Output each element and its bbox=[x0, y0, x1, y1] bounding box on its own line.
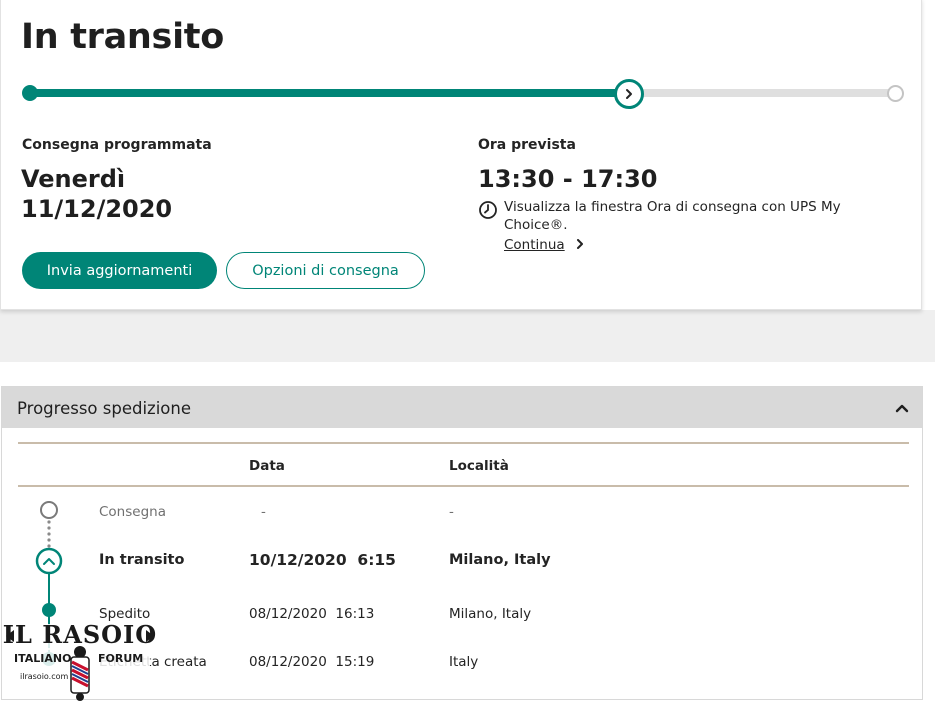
row-location: Italy bbox=[449, 654, 479, 670]
clock-icon bbox=[479, 201, 497, 219]
column-header-location: Località bbox=[449, 458, 509, 474]
eta-window: 13:30 - 17:30 bbox=[478, 165, 658, 193]
watermark-left-text: ITALIANO bbox=[14, 652, 71, 665]
progress-fill bbox=[30, 89, 629, 97]
row-date: 08/12/2020 16:13 bbox=[249, 606, 375, 622]
progress-end-dot bbox=[887, 85, 904, 102]
continue-link-label: Continua bbox=[504, 237, 565, 253]
barber-pole-icon bbox=[70, 646, 90, 701]
eta-info-row: Visualizza la finestra Ora di consegna c… bbox=[478, 198, 878, 253]
scheduled-delivery-date: 11/12/2020 bbox=[21, 195, 173, 223]
table-top-rule bbox=[18, 442, 909, 444]
tracking-summary-card: In transito Consegna programmata Venerdì… bbox=[0, 0, 922, 310]
chevron-up-icon[interactable] bbox=[894, 400, 910, 416]
eta-label: Ora prevista bbox=[478, 137, 576, 153]
eta-info-text: Visualizza la finestra Ora di consegna c… bbox=[504, 199, 841, 233]
panel-header[interactable]: Progresso spedizione bbox=[2, 387, 922, 428]
row-date: 10/12/2020 6:15 bbox=[249, 551, 396, 569]
row-status: Consegna bbox=[99, 504, 166, 520]
timeline-pending-node bbox=[40, 501, 58, 519]
page-background-band bbox=[0, 310, 935, 362]
status-title: In transito bbox=[21, 17, 224, 57]
timeline-dotted-connector bbox=[47, 520, 51, 548]
send-updates-button[interactable]: Invia aggiornamenti bbox=[22, 252, 217, 289]
row-date: 08/12/2020 15:19 bbox=[249, 654, 375, 670]
row-location: Milano, Italy bbox=[449, 552, 551, 568]
forum-watermark-logo: IL RASOIO ITALIANO FORUM ilrasoio.com bbox=[3, 620, 157, 701]
column-header-date: Data bbox=[249, 458, 285, 474]
table-header-rule bbox=[18, 485, 909, 487]
progress-track bbox=[30, 89, 898, 97]
progress-start-dot bbox=[22, 85, 38, 101]
row-location: - bbox=[449, 504, 454, 520]
row-location: Milano, Italy bbox=[449, 606, 532, 622]
row-status: In transito bbox=[99, 552, 185, 568]
scheduled-delivery-day: Venerdì bbox=[21, 165, 126, 193]
chevron-right-icon bbox=[576, 239, 583, 249]
scheduled-delivery-label: Consegna programmata bbox=[22, 137, 212, 153]
watermark-top-text: IL RASOIO bbox=[3, 620, 157, 649]
timeline-current-node bbox=[35, 547, 63, 575]
watermark-right-text: FORUM bbox=[98, 652, 143, 665]
row-date: - bbox=[261, 504, 266, 520]
continue-link[interactable]: Continua bbox=[504, 237, 565, 253]
progress-current-marker bbox=[614, 79, 644, 109]
chevron-right-icon bbox=[626, 89, 632, 99]
delivery-options-button[interactable]: Opzioni di consegna bbox=[226, 252, 425, 289]
watermark-bottom-text: ilrasoio.com bbox=[20, 672, 69, 681]
